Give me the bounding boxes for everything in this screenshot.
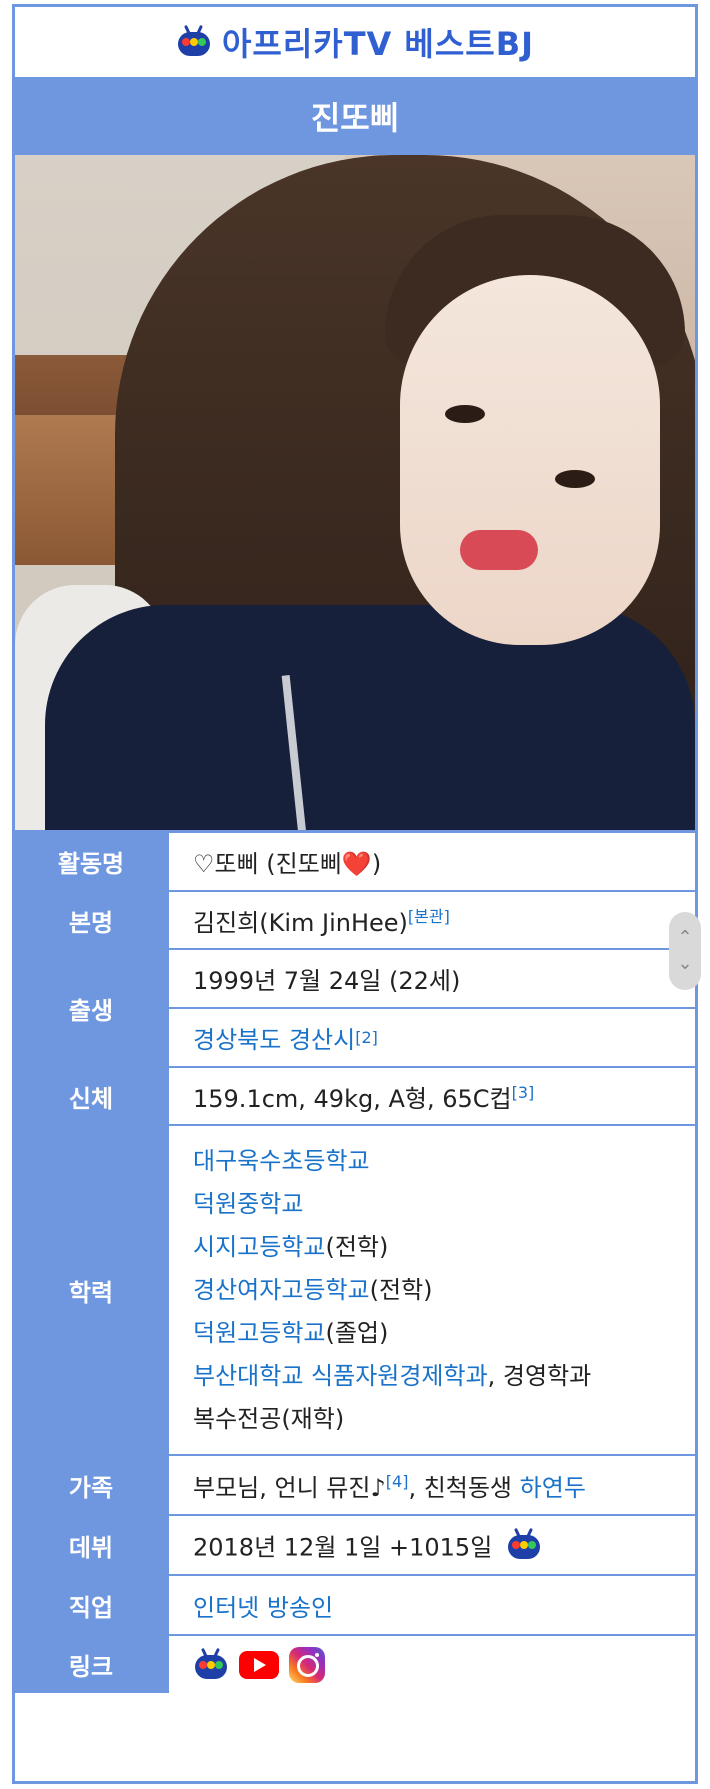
birth-date: 1999년 7월 24일 (22세) [193,967,461,995]
education-value: 대구욱수초등학교 덕원중학교 시지고등학교(전학) 경산여자고등학교(전학) 덕… [168,1125,695,1456]
education-link[interactable]: 경산여자고등학교 [193,1276,370,1304]
scroll-handle[interactable]: ⌃ ⌄ [669,912,701,990]
education-link[interactable]: 시지고등학교 [193,1233,325,1261]
family-footnote-link[interactable]: [4] [386,1472,409,1491]
education-link[interactable]: 대구욱수초등학교 [193,1147,370,1175]
label-debut: 데뷔 [15,1515,169,1576]
brand-title: 아프리카TV 베스트BJ [221,25,535,63]
label-body: 신체 [15,1067,169,1126]
afreecatv-logo-icon [176,24,212,60]
label-real-name: 본명 [15,891,169,950]
birth-place: 경상북도 경산시 [2] [169,1007,695,1066]
family-link[interactable]: 하연두 [520,1474,586,1502]
profile-name: 진또삐 [15,80,695,155]
education-line: 시지고등학교(전학) [193,1232,389,1261]
brand-header[interactable]: 아프리카TV 베스트BJ [15,7,695,80]
youtube-icon[interactable] [239,1650,279,1679]
real-name-value: 김진희(Kim JinHee)[본관] [168,891,695,950]
afreecatv-icon [506,1527,542,1563]
job-link[interactable]: 인터넷 방송인 [193,1594,333,1622]
education-line: 복수전공(재학) [193,1404,345,1433]
label-family: 가족 [15,1455,169,1516]
heart-icon: ❤️ [341,850,372,878]
activity-name-value: ♡또삐 (진또삐❤️) [168,833,695,892]
label-links: 링크 [15,1635,169,1693]
profile-card: 아프리카TV 베스트BJ 진또삐 활동명 ♡또삐 (진또삐❤️) 본명 김진희(… [12,4,698,1784]
education-line: 대구욱수초등학교 [193,1140,671,1183]
birth-value: 1999년 7월 24일 (22세) 경상북도 경산시 [2] [168,949,695,1068]
body-value: 159.1cm, 49kg, A형, 65C컵[3] [168,1067,695,1126]
label-education: 학력 [15,1125,169,1456]
instagram-icon[interactable] [289,1646,325,1683]
family-value: 부모님, 언니 뮤진♪[4], 친척동생 하연두 [168,1455,695,1516]
label-activity-name: 활동명 [15,833,169,892]
education-link[interactable]: 덕원중학교 [193,1190,303,1218]
profile-photo [15,155,695,833]
job-value: 인터넷 방송인 [168,1575,695,1636]
education-line: 경산여자고등학교(전학) [193,1275,433,1304]
education-line: 부산대학교 식품자원경제학과, 경영학과 [193,1361,592,1390]
real-name-footnote-link[interactable]: [본관] [408,907,450,926]
education-line: 덕원고등학교(졸업) [193,1318,389,1347]
chevron-up-icon: ⌃ [677,927,693,948]
links-value [168,1635,695,1693]
chevron-down-icon: ⌄ [677,953,693,974]
education-link[interactable]: 덕원고등학교 [193,1319,325,1347]
afreecatv-icon[interactable] [193,1647,229,1683]
label-job: 직업 [15,1575,169,1636]
birth-place-footnote-link[interactable]: [2] [355,1028,378,1047]
label-birth: 출생 [15,949,169,1068]
birth-place-link[interactable]: 경상북도 경산시 [193,1020,355,1055]
profile-info-table: 활동명 ♡또삐 (진또삐❤️) 본명 김진희(Kim JinHee)[본관] 출… [15,833,695,1693]
body-footnote-link[interactable]: [3] [512,1083,535,1102]
education-link[interactable]: 부산대학교 식품자원경제학과 [193,1362,488,1390]
education-line: 덕원중학교 [193,1183,671,1226]
debut-value: 2018년 12월 1일 +1015일 [168,1515,695,1576]
